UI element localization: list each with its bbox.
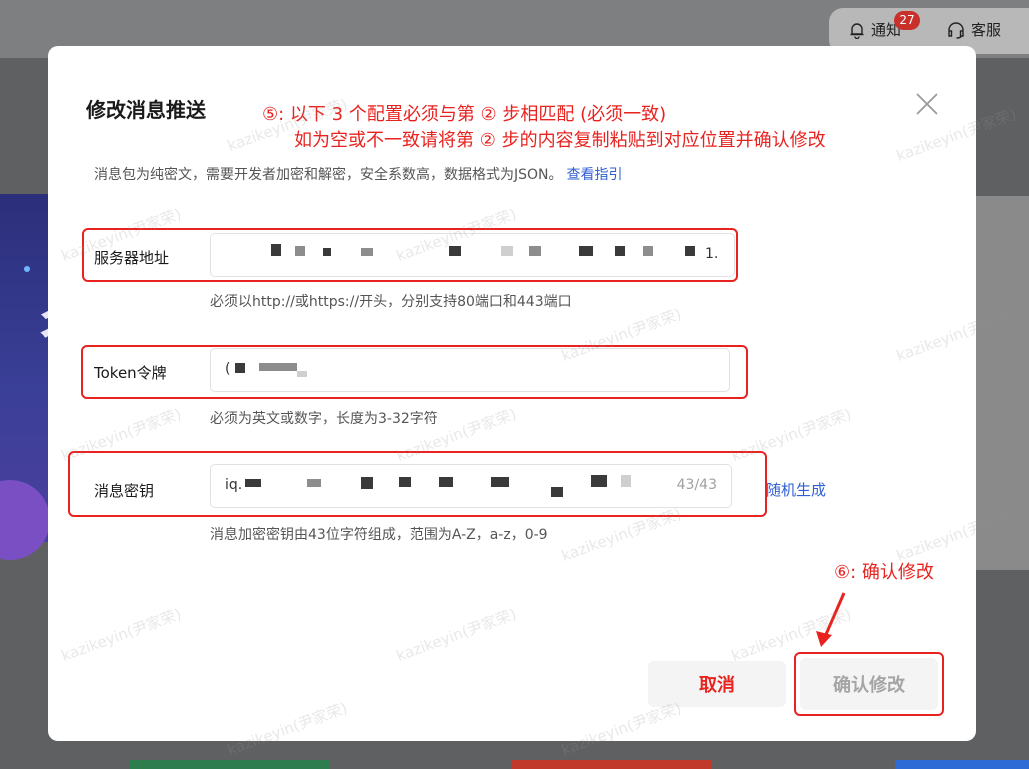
redacted-text [621,475,631,487]
cancel-button[interactable]: 取消 [648,661,786,707]
redacted-text [643,246,653,256]
redacted-text [259,363,297,371]
character-counter: 43/43 [676,477,717,493]
step5-annotation-detail: 如为空或不一致请将第 ② 步的内容复制粘贴到对应位置并确认修改 [294,130,826,151]
encoding-aes-key-value: iq. [225,477,243,493]
encoding-aes-key-label: 消息密钥 [94,482,155,500]
banner-decoration [24,266,30,272]
notification-button[interactable]: 通知 [848,19,901,40]
redacted-text [245,479,261,487]
redacted-text [307,479,321,487]
watermark: kazikeyin(尹家荣) [58,404,184,466]
bell-icon [850,22,864,39]
redacted-text [615,246,625,256]
step6-annotation: ⑥: 确认修改 [834,562,934,583]
encoding-aes-key-hint: 消息加密密钥由43位字符组成，范围为A-Z，a-z，0-9 [210,527,548,543]
close-icon[interactable] [914,91,940,117]
dialog-title: 修改消息推送 [86,98,206,122]
step5-annotation: ⑤: 以下 3 个配置必须与第 ② 步相匹配 (必须一致) [262,104,667,125]
annotation-arrow-icon [816,592,846,647]
guide-link[interactable]: 查看指引 [567,167,623,183]
redacted-text [591,475,607,487]
background-panel [976,196,1029,570]
redacted-text [361,477,373,489]
redacted-text [685,246,695,256]
redacted-text [449,246,461,256]
confirm-modify-button[interactable]: 确认修改 [800,658,938,710]
server-address-value: 1. [705,246,719,262]
watermark: kazikeyin(尹家荣) [224,698,350,760]
server-address-label: 服务器地址 [94,249,170,267]
background-card-strip [895,760,1029,769]
redacted-text [271,244,281,256]
watermark: kazikeyin(尹家荣) [558,504,684,566]
customer-service-label: 客服 [971,21,1002,39]
generate-random-key-button[interactable]: 随机生成 [766,479,826,500]
server-address-input[interactable]: 1. [210,233,735,277]
token-input[interactable]: ( [210,348,730,392]
watermark: kazikeyin(尹家荣) [58,604,184,666]
redacted-text [323,248,331,256]
edit-message-push-dialog: 修改消息推送 ⑤: 以下 3 个配置必须与第 ② 步相匹配 (必须一致) 如为空… [48,46,1019,759]
encoding-aes-key-input[interactable]: iq. 43/43 [210,464,732,508]
redacted-text [361,248,373,256]
background-card-strip [512,760,712,769]
redacted-text [439,477,453,487]
watermark: kazikeyin(尹家荣) [728,404,854,466]
redacted-text [399,477,411,487]
server-address-hint: 必须以http://或https://开头，分别支持80端口和443端口 [210,294,572,310]
redacted-text [235,363,245,373]
redacted-text [529,246,541,256]
token-label: Token令牌 [94,364,167,382]
notification-count-badge: 27 [894,11,920,30]
watermark: kazikeyin(尹家荣) [893,104,1019,166]
headset-icon [948,21,964,39]
redacted-text [551,487,563,497]
redacted-text [491,477,509,487]
token-hint: 必须为英文或数字，长度为3-32字符 [210,411,438,427]
dialog-description: 消息包为纯密文，需要开发者加密和解密，安全系数高，数据格式为JSON。 查看指引 [94,164,623,184]
redacted-text [579,246,593,256]
description-text: 消息包为纯密文，需要开发者加密和解密，安全系数高，数据格式为JSON。 [94,167,563,183]
customer-service-button[interactable]: 客服 [946,19,1001,40]
token-value: ( [225,361,231,377]
redacted-text [297,371,307,377]
background-card-strip [130,760,330,769]
watermark: kazikeyin(尹家荣) [393,604,519,666]
redacted-text [501,246,513,256]
redacted-text [295,246,305,256]
